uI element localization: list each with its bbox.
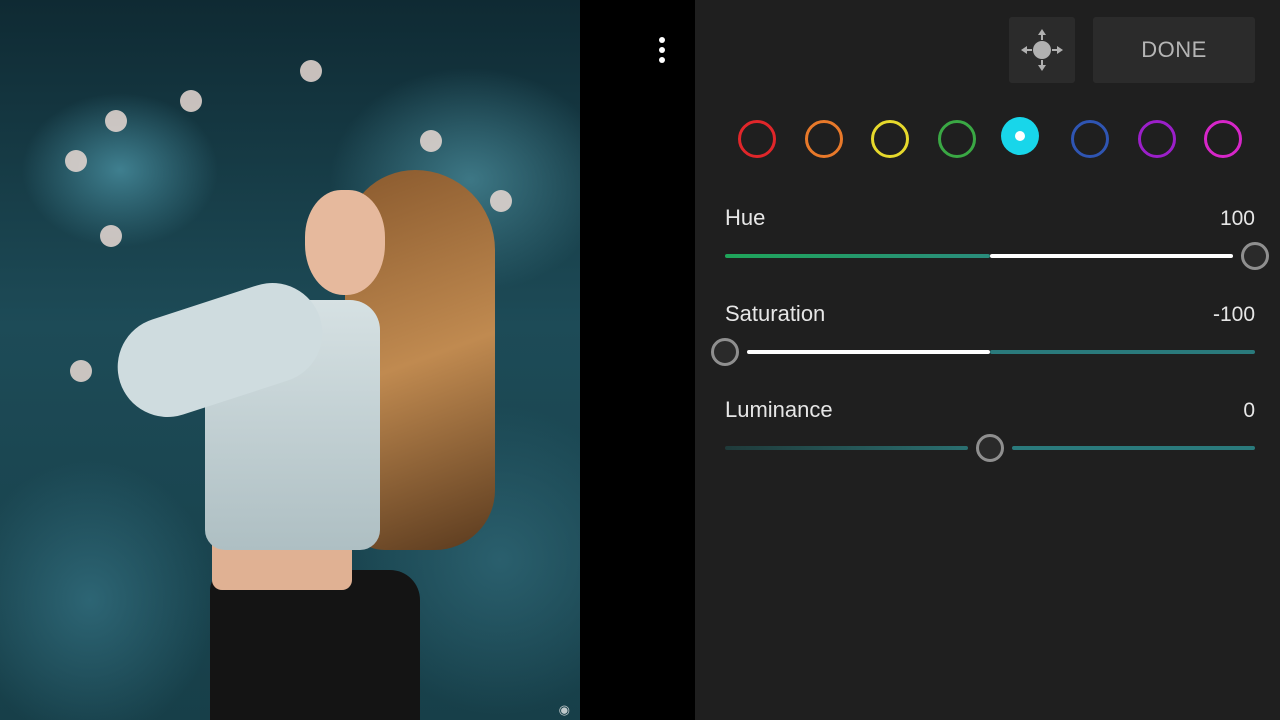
camera-icon: ◉ [558,702,570,717]
swatch-purple[interactable] [1138,120,1176,158]
saturation-track-right [990,350,1255,354]
subject-skirt [210,570,420,720]
done-button[interactable]: DONE [1093,17,1255,83]
hue-slider-knob[interactable] [1241,242,1269,270]
hue-value: 100 [1219,207,1255,230]
move-target-icon [1021,29,1063,71]
swatch-magenta[interactable] [1204,120,1242,158]
swatch-blue[interactable] [1071,120,1109,158]
saturation-label: Saturation [725,301,826,326]
divider-strip [580,0,695,720]
flower-decoration [105,110,127,132]
flower-decoration [180,90,202,112]
more-vertical-icon[interactable] [650,30,674,70]
luminance-value: 0 [1243,399,1255,422]
flower-decoration [490,190,512,212]
hue-track-right [990,254,1233,258]
flower-decoration [100,225,122,247]
luminance-label: Luminance [725,397,833,422]
subject-head [305,190,385,295]
swatch-red[interactable] [738,120,776,158]
flower-decoration [300,60,322,82]
targeted-adjustment-button[interactable] [1009,17,1075,83]
luminance-slider-knob[interactable] [976,434,1004,462]
color-mix-panel [695,0,1280,720]
hue-label: Hue [725,205,766,230]
swatch-green[interactable] [938,120,976,158]
luminance-track-left [725,446,968,450]
flower-decoration [70,360,92,382]
photo-preview[interactable]: ◉ [0,0,580,720]
luminance-track-right [1012,446,1255,450]
swatch-yellow[interactable] [871,120,909,158]
saturation-value: -100 [1212,303,1255,326]
saturation-track-left [747,350,990,354]
swatch-orange[interactable] [805,120,843,158]
hue-track-left [725,254,990,258]
flower-decoration [420,130,442,152]
color-channel-selector [738,117,1242,158]
swatch-aqua[interactable] [1001,117,1039,155]
flower-decoration [65,150,87,172]
saturation-slider-knob[interactable] [711,338,739,366]
